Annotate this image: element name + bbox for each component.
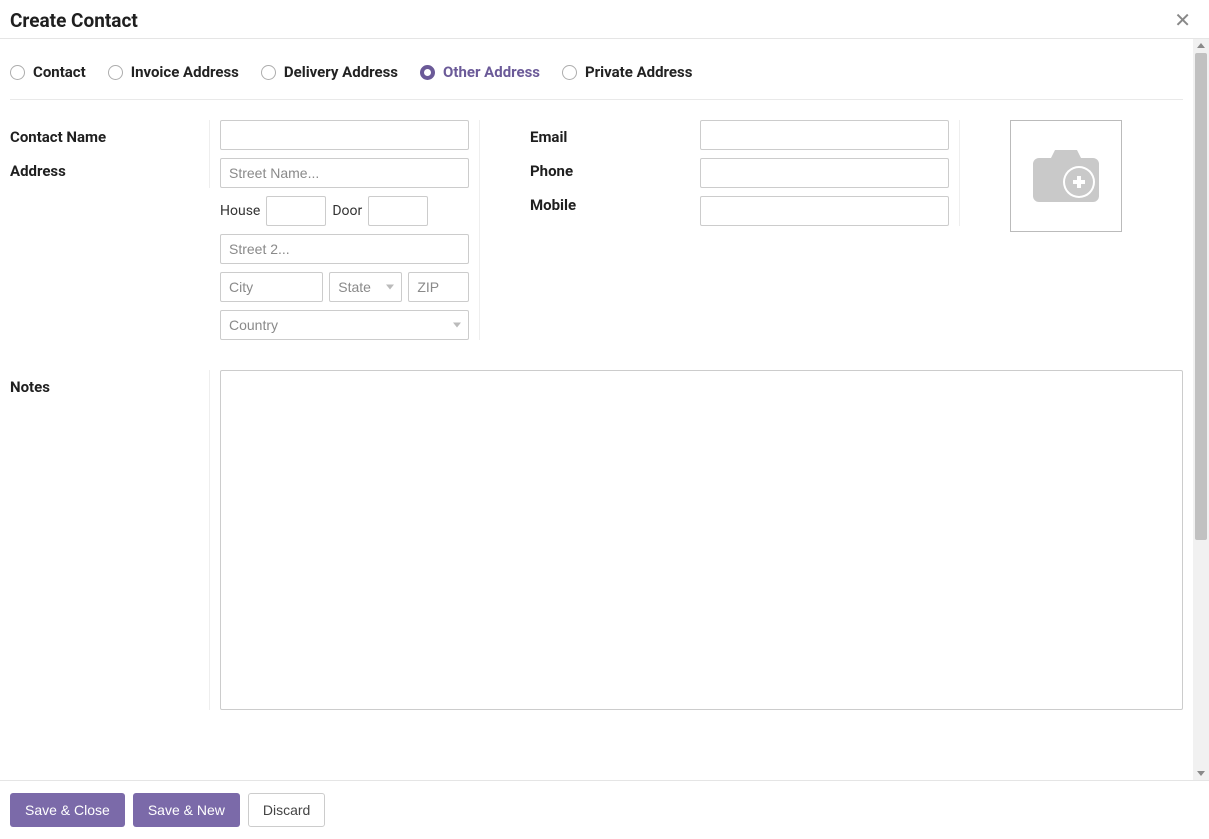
notes-row: Notes <box>10 370 1183 710</box>
left-labels: Contact Name Address <box>10 120 210 188</box>
street2-input[interactable] <box>220 234 469 264</box>
radio-icon <box>261 65 276 80</box>
radio-label: Other Address <box>443 63 540 81</box>
radio-label: Invoice Address <box>131 63 239 81</box>
label-door: Door <box>332 203 362 219</box>
modal-header: Create Contact ✕ <box>0 0 1209 39</box>
house-door-row: House Door <box>220 196 469 226</box>
notes-label-col: Notes <box>10 370 210 710</box>
form-grid: Contact Name Address House Door <box>10 120 1183 340</box>
radio-icon <box>108 65 123 80</box>
mid-labels: Email Phone Mobile <box>490 120 690 222</box>
radio-label: Contact <box>33 63 86 81</box>
radio-icon <box>420 65 435 80</box>
image-column <box>970 120 1183 232</box>
camera-plus-icon <box>1029 146 1103 206</box>
zip-input[interactable] <box>408 272 469 302</box>
radio-other-address[interactable]: Other Address <box>420 63 540 81</box>
radio-private-address[interactable]: Private Address <box>562 63 692 81</box>
phone-input[interactable] <box>700 158 949 188</box>
label-contact-name: Contact Name <box>10 120 199 154</box>
modal-footer: Save & Close Save & New Discard <box>0 780 1209 839</box>
save-close-button[interactable]: Save & Close <box>10 793 125 827</box>
address-type-radio-group: Contact Invoice Address Delivery Address… <box>10 63 1183 100</box>
label-mobile: Mobile <box>530 188 690 222</box>
country-select[interactable] <box>220 310 469 340</box>
label-email: Email <box>530 120 690 154</box>
left-fields: House Door <box>220 120 480 340</box>
mid-fields <box>700 120 960 226</box>
close-icon[interactable]: ✕ <box>1168 8 1197 32</box>
label-phone: Phone <box>530 154 690 188</box>
label-notes: Notes <box>10 370 209 404</box>
country-select-wrap <box>220 310 469 340</box>
radio-icon <box>562 65 577 80</box>
radio-label: Private Address <box>585 63 692 81</box>
label-house: House <box>220 203 260 219</box>
house-input[interactable] <box>266 196 326 226</box>
state-select-wrap <box>329 272 402 302</box>
contact-name-input[interactable] <box>220 120 469 150</box>
radio-icon <box>10 65 25 80</box>
modal-title: Create Contact <box>10 9 138 32</box>
scrollbar-thumb[interactable] <box>1195 53 1207 540</box>
radio-label: Delivery Address <box>284 63 398 81</box>
city-input[interactable] <box>220 272 323 302</box>
vertical-scrollbar[interactable] <box>1193 39 1209 780</box>
door-input[interactable] <box>368 196 428 226</box>
city-state-zip-row <box>220 272 469 302</box>
image-upload[interactable] <box>1010 120 1122 232</box>
discard-button[interactable]: Discard <box>248 793 325 827</box>
mobile-input[interactable] <box>700 196 949 226</box>
modal-body: Contact Invoice Address Delivery Address… <box>0 39 1193 780</box>
notes-textarea[interactable] <box>220 370 1183 710</box>
modal-body-wrapper: Contact Invoice Address Delivery Address… <box>0 39 1209 780</box>
label-address: Address <box>10 154 199 188</box>
save-new-button[interactable]: Save & New <box>133 793 240 827</box>
radio-invoice-address[interactable]: Invoice Address <box>108 63 239 81</box>
state-select[interactable] <box>329 272 402 302</box>
radio-delivery-address[interactable]: Delivery Address <box>261 63 398 81</box>
street-input[interactable] <box>220 158 469 188</box>
radio-contact[interactable]: Contact <box>10 63 86 81</box>
email-input[interactable] <box>700 120 949 150</box>
